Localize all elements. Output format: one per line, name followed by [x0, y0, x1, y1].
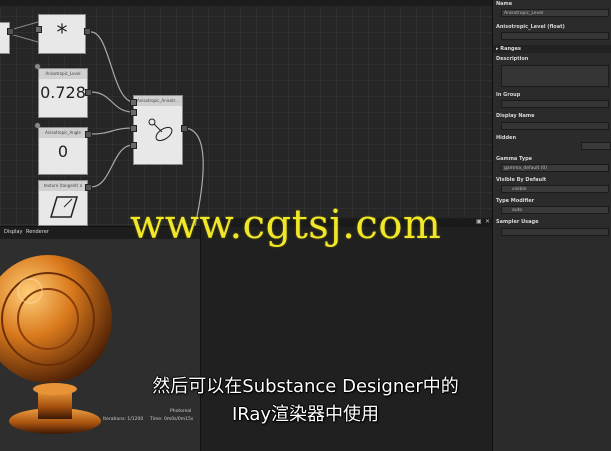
- anisotropic-level-node[interactable]: Anisotropic_Level 0.728: [38, 68, 88, 118]
- group-field[interactable]: [501, 100, 609, 108]
- wire: [9, 33, 39, 43]
- gamma-type-label: Gamma Type: [496, 156, 533, 162]
- node-value: 0.728: [40, 83, 86, 102]
- output-port[interactable]: [181, 125, 188, 132]
- wire: [90, 144, 134, 188]
- node-graph[interactable]: * Anisotropic_Level 0.728 Anisotropic_An…: [0, 0, 492, 226]
- wire: [9, 21, 39, 31]
- restore-icon[interactable]: ▣: [476, 218, 482, 225]
- display-name-label: Display Name: [496, 113, 535, 119]
- close-icon[interactable]: ✕: [485, 218, 490, 225]
- description-label: Description: [496, 56, 529, 62]
- input-port[interactable]: [130, 99, 137, 106]
- type-modifier-select[interactable]: auto: [501, 206, 609, 214]
- input-port[interactable]: [35, 26, 42, 33]
- ranges-section[interactable]: ▸ Ranges: [493, 45, 611, 53]
- partial-node[interactable]: [0, 22, 10, 54]
- display-name-field[interactable]: [501, 122, 609, 130]
- wire: [90, 91, 134, 113]
- output-port[interactable]: [7, 28, 14, 35]
- output-port[interactable]: [85, 184, 92, 191]
- visible-default-select[interactable]: visible: [501, 185, 609, 193]
- node-title: Anisotropic_Level: [39, 69, 87, 79]
- name-label: Name: [496, 1, 513, 7]
- name-field[interactable]: Anisotropic_Level: [501, 9, 609, 17]
- description-field[interactable]: [501, 65, 609, 87]
- texture-tangent-node[interactable]: texture (tangent) n: [38, 180, 88, 226]
- input-port[interactable]: [130, 142, 137, 149]
- sampler-usage-select[interactable]: [501, 228, 609, 236]
- visible-default-label: Visible By Default: [496, 177, 547, 183]
- node-value: 0: [57, 142, 69, 161]
- node-title: texture (tangent) n: [39, 181, 87, 191]
- anisotropic-node[interactable]: Anisotropic_Anisotr...: [133, 95, 183, 165]
- output-port[interactable]: [84, 28, 91, 35]
- output-port[interactable]: [85, 131, 92, 138]
- anisotropic-icon: [148, 118, 173, 142]
- multiply-node[interactable]: *: [38, 14, 86, 54]
- tab-display[interactable]: Display: [4, 229, 22, 235]
- type-field[interactable]: [501, 32, 609, 40]
- multiply-symbol: *: [56, 21, 68, 46]
- type-modifier-label: Type Modifier: [496, 198, 535, 204]
- subtitle-line-1: 然后可以在Substance Designer中的: [152, 376, 459, 397]
- wire: [90, 127, 134, 135]
- ranges-label: Ranges: [500, 46, 521, 52]
- group-label: In Group: [496, 92, 521, 98]
- type-label: Anisotropic_Level (float): [496, 24, 565, 30]
- tab-renderer[interactable]: Renderer: [26, 229, 49, 235]
- wire: [90, 31, 134, 103]
- parallelogram-icon: [49, 196, 79, 218]
- output-port[interactable]: [85, 89, 92, 96]
- input-port[interactable]: [130, 125, 137, 132]
- input-port[interactable]: [130, 109, 137, 116]
- subtitle-line-2: IRay渲染器中使用: [231, 404, 380, 425]
- sampler-usage-label: Sampler Usage: [496, 219, 539, 225]
- node-title: Anisotropic_Anisotr...: [134, 96, 182, 106]
- anisotropic-angle-node[interactable]: Anisotropic_Angle 0: [38, 127, 88, 175]
- node-title: Anisotropic_Angle: [39, 128, 87, 138]
- hidden-label: Hidden: [496, 135, 517, 141]
- gamma-type-select[interactable]: gamma_default (0): [501, 164, 609, 172]
- hidden-toggle[interactable]: [581, 142, 611, 150]
- watermark: www.cgtsj.com: [130, 202, 442, 248]
